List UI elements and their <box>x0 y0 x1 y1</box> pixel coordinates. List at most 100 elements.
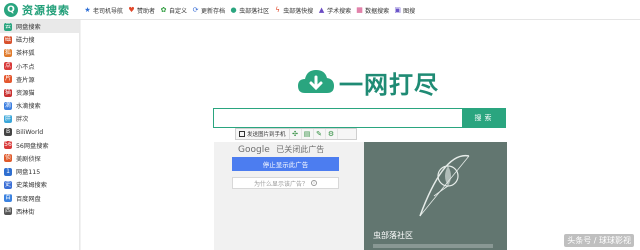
sidebar-item-label: 美剧侦探 <box>16 155 41 163</box>
sidebar-item-1[interactable]: 磁磁力搜 <box>0 33 79 46</box>
nav-item-6[interactable]: ▲ 学术搜索 <box>318 6 351 15</box>
edit-icon[interactable]: ✎ <box>314 129 326 139</box>
film-icon: 片 <box>4 75 12 84</box>
sidebar-item-7[interactable]: 胖胖次 <box>0 112 79 125</box>
brand-title: 一网打尽 <box>339 69 439 99</box>
stop-ad-button[interactable]: 停止显示此广告 <box>232 157 339 171</box>
sidebar-item-10[interactable]: 侦美剧侦探 <box>0 152 79 165</box>
sidebar-item-label: 查片源 <box>16 76 35 84</box>
refresh-icon: ⟳ <box>192 5 199 14</box>
pan56-icon: 56 <box>4 141 12 150</box>
sidebar-item-13[interactable]: 百百度网盘 <box>0 191 79 204</box>
detective-icon: 侦 <box>4 154 12 163</box>
sidebar-item-label: 小不点 <box>16 63 35 71</box>
sidebar-item-12[interactable]: 史史莱姆搜索 <box>0 178 79 191</box>
graduation-cap-icon: ▲ <box>318 5 325 14</box>
bolt-icon: ϟ <box>275 5 280 14</box>
google-label: Google <box>238 145 270 155</box>
search-button[interactable]: 搜索 <box>463 108 506 128</box>
nav-item-2[interactable]: ✿ 自定义 <box>160 6 187 15</box>
nav-item-label: 学术搜索 <box>327 7 352 15</box>
street-icon: 西 <box>4 207 12 216</box>
settings-icon[interactable]: ⚙ <box>326 129 338 139</box>
pan115-icon: 1 <box>4 167 12 176</box>
app-window: Q 资源搜索 ★ 老司机导航 ♥ 赞助者 ✿ 自定义 ⟳ 更新存档 ● 虫部落社区 ϟ 虫部落快搜 ▲ 学… <box>0 0 640 250</box>
send-to-phone-button[interactable]: 发送图片到手机 <box>236 129 290 139</box>
community-banner[interactable]: 虫部落社区 <box>364 142 507 250</box>
nav-item-label: 更新存档 <box>201 7 226 15</box>
ad-header: Google 已关闭此广告 <box>238 144 324 155</box>
leaf-icon: 胖 <box>4 114 12 123</box>
bili-icon: B <box>4 128 12 137</box>
sidebar-item-5[interactable]: 猫资源猫 <box>0 86 79 99</box>
sidebar-item-label: 资源猫 <box>16 90 35 98</box>
sidebar-item-11[interactable]: 1 网盘115 <box>0 165 79 178</box>
sidebar-item-label: BiliWorld <box>16 128 44 136</box>
nav-item-5[interactable]: ϟ 虫部落快搜 <box>274 6 313 15</box>
main-content: 一网打尽 搜索 发送图片到手机 ✣ ▤ ✎ ⚙ Google 已关闭此广告 停止… <box>81 20 640 250</box>
sidebar-item-label: 西林街 <box>16 208 35 216</box>
sidebar-item-8[interactable]: B BiliWorld <box>0 126 79 139</box>
nav-item-label: 数据搜索 <box>365 7 390 15</box>
cloud-download-icon <box>298 70 334 93</box>
cat-icon: 猫 <box>4 88 12 97</box>
expand-icon[interactable]: ✣ <box>290 129 302 139</box>
sidebar-item-label: 56网盘搜索 <box>16 142 49 150</box>
sidebar-item-9[interactable]: 56 56网盘搜索 <box>0 139 79 152</box>
nav-item-7[interactable]: ▦ 数据搜索 <box>356 6 389 15</box>
chart-icon: ▦ <box>356 5 363 14</box>
ad-closed-label: 已关闭此广告 <box>276 145 325 154</box>
dot-icon: 点 <box>4 62 12 71</box>
nav-item-4[interactable]: ● 虫部落社区 <box>230 6 270 15</box>
water-drop-icon: 滴 <box>4 101 12 110</box>
sidebar-item-0[interactable]: 云网盘搜索 <box>0 20 79 34</box>
slime-icon: 史 <box>4 180 12 189</box>
sidebar-item-label: 网盘115 <box>16 169 41 177</box>
cloud-search-icon: 云 <box>4 22 12 31</box>
flower-bow-icon <box>419 154 470 217</box>
nav-item-label: 赞助者 <box>137 7 156 15</box>
fox-icon: 狐 <box>4 48 12 57</box>
save-icon[interactable]: ▤ <box>302 129 314 139</box>
image-toolbar: 发送图片到手机 ✣ ▤ ✎ ⚙ <box>235 128 357 140</box>
nav-item-label: 虫部落快搜 <box>283 7 314 15</box>
send-to-phone-label: 发送图片到手机 <box>247 132 286 138</box>
nav-item-3[interactable]: ⟳ 更新存档 <box>192 6 225 15</box>
sidebar-item-14[interactable]: 西西林街 <box>0 205 79 218</box>
sidebar-item-label: 百度网盘 <box>16 195 41 203</box>
magnet-icon: 磁 <box>4 35 12 44</box>
sidebar-item-2[interactable]: 狐茶杯狐 <box>0 46 79 59</box>
sidebar-item-4[interactable]: 片查片源 <box>0 73 79 86</box>
nav-item-1[interactable]: ♥ 赞助者 <box>128 6 155 15</box>
brand: 一网打尽 <box>297 64 447 100</box>
why-ad-button[interactable]: 为什么显示该广告？ i <box>232 177 339 189</box>
nav-item-0[interactable]: ★ 老司机导航 <box>84 6 123 15</box>
search-input[interactable] <box>213 108 463 128</box>
sidebar-item-label: 磁力搜 <box>16 37 35 45</box>
qr-code-icon <box>239 131 245 137</box>
nav-item-8[interactable]: ▣ 图搜 <box>394 6 415 15</box>
logo-text: 资源搜索 <box>22 4 70 17</box>
sidebar-item-label: 茶杯狐 <box>16 50 35 58</box>
site-logo[interactable]: Q 资源搜索 <box>4 2 70 18</box>
leaf-icon: ✿ <box>160 5 167 14</box>
nav-item-label: 虫部落社区 <box>239 7 270 15</box>
sidebar-item-label: 网盘搜索 <box>16 24 41 32</box>
logo-icon: Q <box>4 3 18 17</box>
top-nav: ★ 老司机导航 ♥ 赞助者 ✿ 自定义 ⟳ 更新存档 ● 虫部落社区 ϟ 虫部落快搜 ▲ 学术搜索 ▦ 数据搜… <box>84 4 420 16</box>
banner-title: 虫部落社区 <box>373 231 413 240</box>
sidebar-item-label: 史莱姆搜索 <box>16 182 47 190</box>
banner-subtitle-bar <box>373 244 493 248</box>
sidebar-item-label: 水滴搜索 <box>16 103 41 111</box>
sidebar-item-3[interactable]: 点小不点 <box>0 60 79 73</box>
nav-item-label: 老司机导航 <box>93 7 124 15</box>
star-icon: ★ <box>84 5 91 14</box>
sidebar: 云网盘搜索磁磁力搜狐茶杯狐点小不点片查片源猫资源猫滴水滴搜索胖胖次 B BiliWo… <box>0 20 80 250</box>
baidu-pan-icon: 百 <box>4 194 12 203</box>
image-icon: ▣ <box>394 5 401 14</box>
nav-item-label: 图搜 <box>403 7 416 15</box>
sidebar-item-6[interactable]: 滴水滴搜索 <box>0 99 79 112</box>
heart-icon: ♥ <box>128 5 135 14</box>
nav-item-label: 自定义 <box>169 7 188 15</box>
why-ad-label: 为什么显示该广告？ <box>253 180 308 188</box>
